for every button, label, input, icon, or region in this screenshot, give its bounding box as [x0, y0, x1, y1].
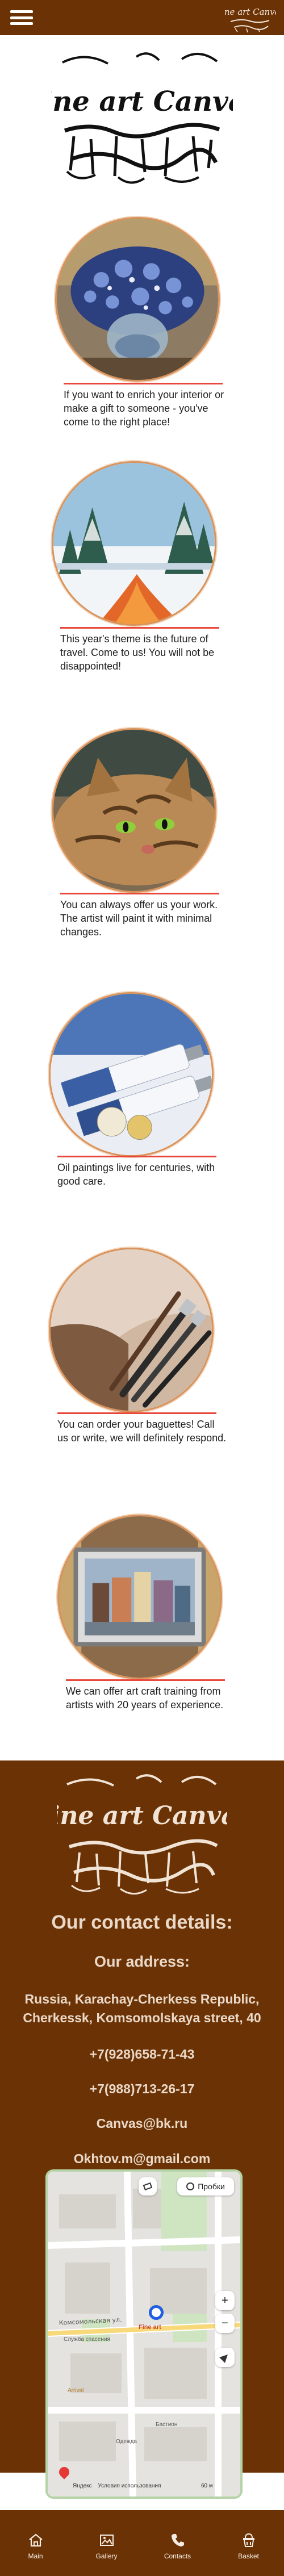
- zoom-in-button[interactable]: +: [215, 2291, 235, 2310]
- page: Fine art Canvas Fine art Canvas: [0, 0, 284, 2576]
- phone-link[interactable]: +7(988)713-26-17: [0, 2080, 284, 2098]
- geolocation-button[interactable]: [215, 2348, 235, 2367]
- map-frame[interactable]: Комсомольская ул. Пробки + − Fine art Сл…: [45, 2169, 243, 2499]
- nav-contacts[interactable]: Contacts: [147, 2532, 209, 2560]
- layers-icon: [143, 2182, 153, 2191]
- photo-paint-brushes[interactable]: [49, 1248, 214, 1412]
- email-link[interactable]: Canvas@bk.ru: [0, 2114, 284, 2133]
- feature-caption: You can order your baguettes! Call us or…: [57, 1419, 227, 1444]
- phone-icon: [171, 2534, 184, 2546]
- svg-text:Fine art Canvas: Fine art Canvas: [224, 7, 276, 17]
- feature-caption: Oil paintings live for centuries, with g…: [57, 1162, 215, 1187]
- address-text: Russia, Karachay-Cherkess Republic, Cher…: [23, 1992, 261, 2026]
- map-attribution[interactable]: Яндекс Условия использования: [73, 2483, 161, 2489]
- painting-tabby-cat[interactable]: [52, 728, 216, 893]
- caption-divider: [64, 383, 223, 384]
- map-poi-label: Одежда: [116, 2439, 137, 2445]
- phone-link[interactable]: +7(928)658-71-43: [0, 2045, 284, 2064]
- map-scale: 60 м: [201, 2483, 213, 2489]
- feature-caption: You can always offer us your work. The a…: [60, 899, 218, 938]
- nav-basket[interactable]: Basket: [218, 2532, 280, 2560]
- feature-caption: We can offer art craft training from art…: [66, 1686, 224, 1711]
- traffic-button[interactable]: Пробки: [177, 2177, 234, 2196]
- caption-divider: [66, 1679, 225, 1681]
- nav-main[interactable]: Main: [5, 2532, 67, 2560]
- traffic-icon: [186, 2182, 195, 2190]
- photo-oil-paint-tubes[interactable]: [49, 992, 214, 1157]
- navigation-arrow-icon: [219, 2352, 231, 2363]
- photo-framed-city-painting[interactable]: [57, 1515, 222, 1679]
- brand-logo[interactable]: Fine art Canvas: [224, 2, 276, 33]
- location-map[interactable]: Комсомольская ул. Пробки + − Fine art Сл…: [45, 2169, 243, 2499]
- home-icon: [28, 2533, 43, 2547]
- map-poi-label: Служба спасения: [64, 2336, 110, 2343]
- svg-text:Fine art Canvas: Fine art Canvas: [57, 1801, 227, 1830]
- painting-blue-flowers-in-vase[interactable]: [55, 217, 220, 382]
- gallery-icon: [99, 2535, 114, 2546]
- svg-text:Fine art Canvas: Fine art Canvas: [51, 86, 233, 118]
- map-poi-label: Arrival: [68, 2387, 84, 2394]
- top-bar: Fine art Canvas: [0, 0, 284, 35]
- contact-title: Our contact details:: [51, 1912, 233, 1933]
- feature-caption: If you want to enrich your interior or m…: [64, 389, 224, 428]
- nav-gallery[interactable]: Gallery: [76, 2532, 138, 2560]
- feature-caption: This year's theme is the future of trave…: [60, 633, 215, 672]
- caption-divider: [60, 627, 219, 629]
- hamburger-menu-icon[interactable]: [9, 8, 34, 27]
- hero-logo: Fine art Canvas: [0, 35, 284, 200]
- location-pin-label: Fine art: [139, 2324, 161, 2331]
- map-poi-label: Бастион: [156, 2422, 178, 2428]
- email-link[interactable]: Okhtov.m@gmail.com: [0, 2150, 284, 2168]
- painting-winter-forest-river[interactable]: [52, 461, 216, 626]
- feature-list: If you want to enrich your interior or m…: [0, 200, 284, 1806]
- zoom-out-button[interactable]: −: [215, 2314, 235, 2333]
- map-layers-button[interactable]: [139, 2177, 157, 2196]
- caption-divider: [60, 893, 219, 894]
- basket-icon: [243, 2533, 254, 2547]
- bottom-navigation: Main Gallery Contacts Basket: [0, 2510, 284, 2576]
- footer-logo: Fine art Canvas: [0, 1760, 284, 1902]
- caption-divider: [57, 1412, 216, 1414]
- address-title: Our address:: [94, 1953, 190, 1970]
- caption-divider: [57, 1156, 216, 1157]
- location-pin-icon[interactable]: [149, 2305, 164, 2320]
